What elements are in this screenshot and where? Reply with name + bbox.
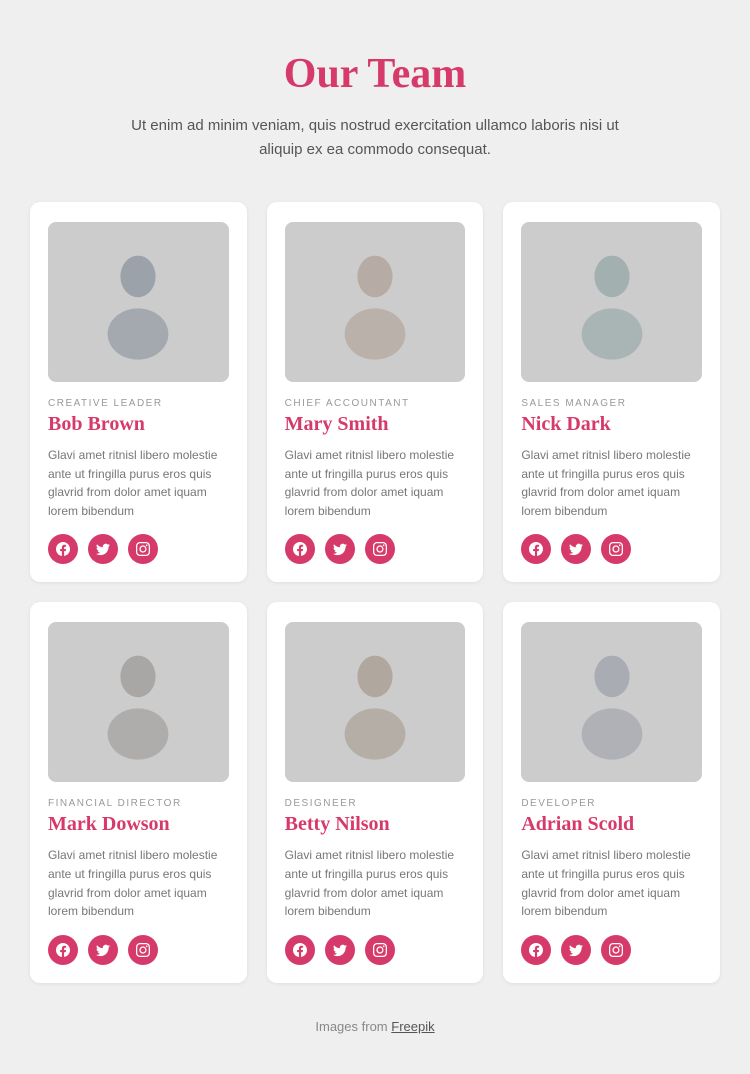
page-title: Our Team <box>30 50 720 98</box>
name-nick: Nick Dark <box>521 413 702 436</box>
twitter-icon-mary[interactable] <box>325 534 355 564</box>
team-grid: CREATIVE LEADER Bob Brown Glavi amet rit… <box>30 202 720 983</box>
role-bob: CREATIVE LEADER <box>48 398 229 409</box>
bio-betty: Glavi amet ritnisl libero molestie ante … <box>285 846 466 920</box>
photo-placeholder-mary <box>285 222 466 382</box>
facebook-icon-adrian[interactable] <box>521 935 551 965</box>
bio-mark: Glavi amet ritnisl libero molestie ante … <box>48 846 229 920</box>
name-betty: Betty Nilson <box>285 813 466 836</box>
bio-mary: Glavi amet ritnisl libero molestie ante … <box>285 446 466 520</box>
twitter-icon-betty[interactable] <box>325 935 355 965</box>
name-mary: Mary Smith <box>285 413 466 436</box>
social-mary <box>285 534 466 564</box>
photo-mary <box>285 222 466 382</box>
role-mary: CHIEF ACCOUNTANT <box>285 398 466 409</box>
facebook-icon-mary[interactable] <box>285 534 315 564</box>
team-card-adrian: DEVELOPER Adrian Scold Glavi amet ritnis… <box>503 602 720 982</box>
team-card-bob: CREATIVE LEADER Bob Brown Glavi amet rit… <box>30 202 247 582</box>
role-mark: FINANCIAL DIRECTOR <box>48 798 229 809</box>
page-header: Our Team Ut enim ad minim veniam, quis n… <box>30 50 720 162</box>
instagram-icon-bob[interactable] <box>128 534 158 564</box>
facebook-icon-betty[interactable] <box>285 935 315 965</box>
instagram-icon-nick[interactable] <box>601 534 631 564</box>
bio-bob: Glavi amet ritnisl libero molestie ante … <box>48 446 229 520</box>
bio-adrian: Glavi amet ritnisl libero molestie ante … <box>521 846 702 920</box>
photo-placeholder-mark <box>48 622 229 782</box>
photo-mark <box>48 622 229 782</box>
facebook-icon-bob[interactable] <box>48 534 78 564</box>
instagram-icon-adrian[interactable] <box>601 935 631 965</box>
name-adrian: Adrian Scold <box>521 813 702 836</box>
name-bob: Bob Brown <box>48 413 229 436</box>
photo-placeholder-betty <box>285 622 466 782</box>
photo-bob <box>48 222 229 382</box>
photo-placeholder-nick <box>521 222 702 382</box>
facebook-icon-mark[interactable] <box>48 935 78 965</box>
footer-note: Images from Freepik <box>30 1019 720 1034</box>
twitter-icon-adrian[interactable] <box>561 935 591 965</box>
photo-nick <box>521 222 702 382</box>
name-mark: Mark Dowson <box>48 813 229 836</box>
twitter-icon-mark[interactable] <box>88 935 118 965</box>
team-card-nick: SALES MANAGER Nick Dark Glavi amet ritni… <box>503 202 720 582</box>
photo-placeholder-bob <box>48 222 229 382</box>
social-mark <box>48 935 229 965</box>
twitter-icon-bob[interactable] <box>88 534 118 564</box>
social-betty <box>285 935 466 965</box>
twitter-icon-nick[interactable] <box>561 534 591 564</box>
instagram-icon-mark[interactable] <box>128 935 158 965</box>
instagram-icon-mary[interactable] <box>365 534 395 564</box>
page-description: Ut enim ad minim veniam, quis nostrud ex… <box>125 114 625 162</box>
role-nick: SALES MANAGER <box>521 398 702 409</box>
team-card-betty: DESIGNEER Betty Nilson Glavi amet ritnis… <box>267 602 484 982</box>
facebook-icon-nick[interactable] <box>521 534 551 564</box>
social-adrian <box>521 935 702 965</box>
role-betty: DESIGNEER <box>285 798 466 809</box>
page: Our Team Ut enim ad minim veniam, quis n… <box>0 0 750 1074</box>
freepik-link[interactable]: Freepik <box>391 1019 434 1034</box>
social-bob <box>48 534 229 564</box>
team-card-mark: FINANCIAL DIRECTOR Mark Dowson Glavi ame… <box>30 602 247 982</box>
role-adrian: DEVELOPER <box>521 798 702 809</box>
photo-adrian <box>521 622 702 782</box>
photo-betty <box>285 622 466 782</box>
photo-placeholder-adrian <box>521 622 702 782</box>
instagram-icon-betty[interactable] <box>365 935 395 965</box>
team-card-mary: CHIEF ACCOUNTANT Mary Smith Glavi amet r… <box>267 202 484 582</box>
bio-nick: Glavi amet ritnisl libero molestie ante … <box>521 446 702 520</box>
social-nick <box>521 534 702 564</box>
